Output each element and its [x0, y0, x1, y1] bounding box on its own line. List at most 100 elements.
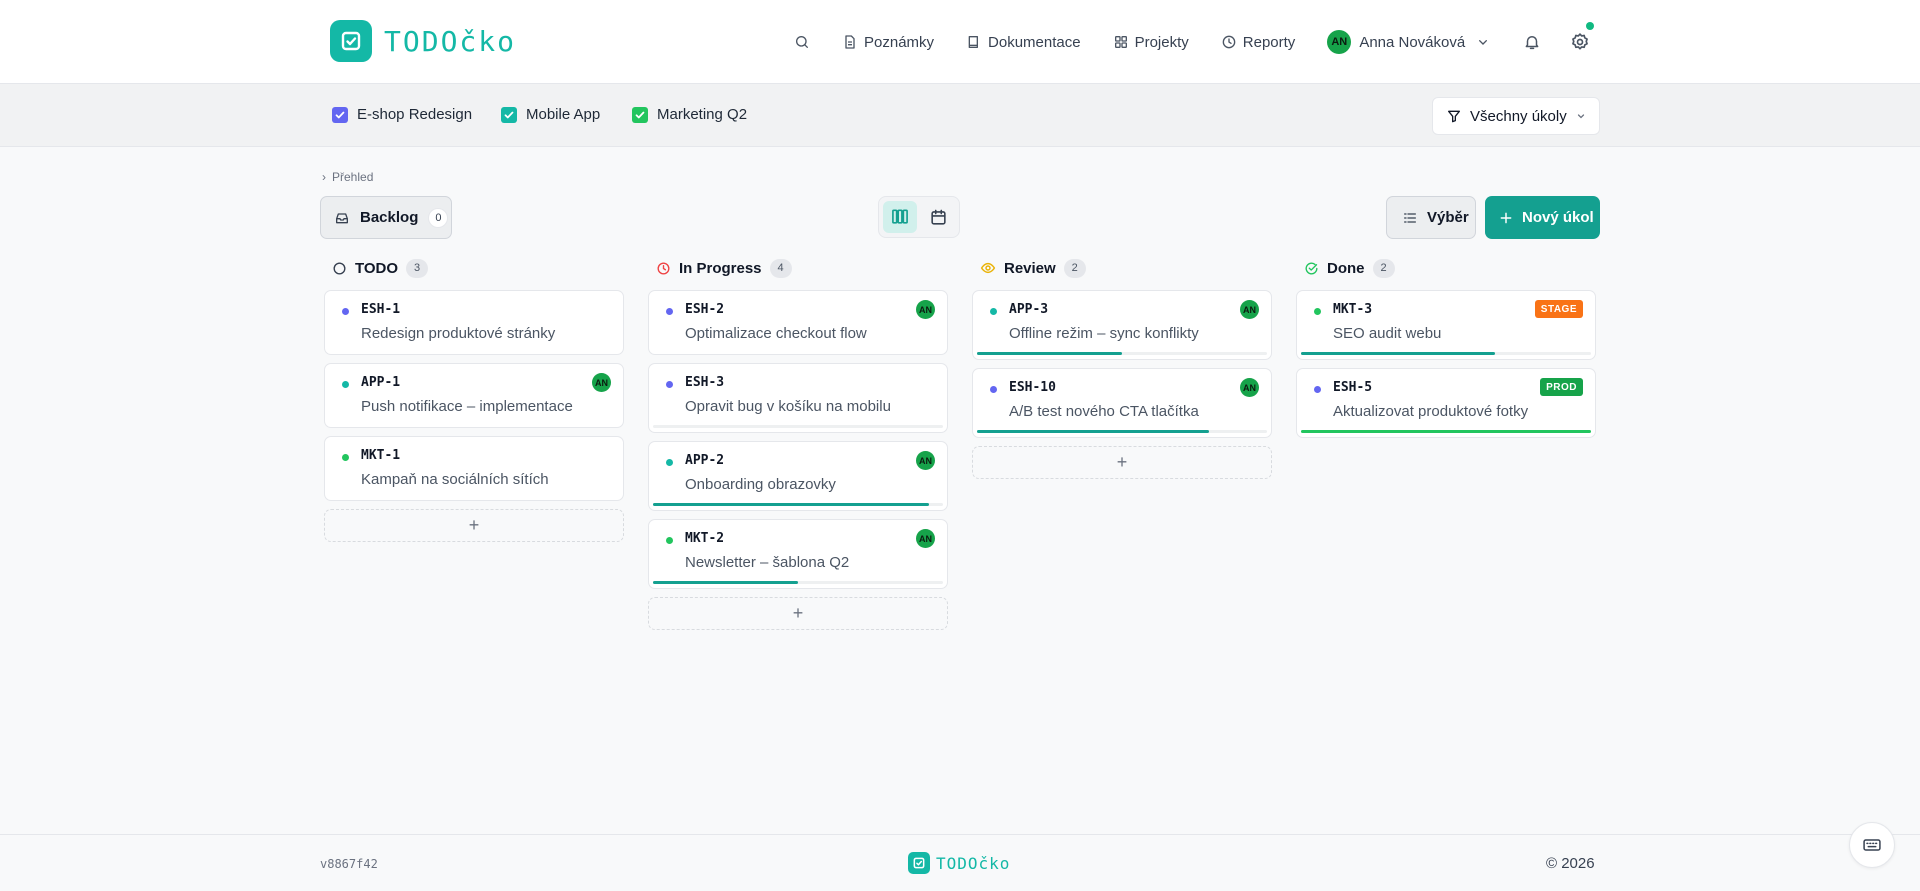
- environment-tag: STAGE: [1534, 300, 1583, 318]
- task-card[interactable]: AN APP-1 Push notifikace – implementace: [324, 363, 624, 428]
- user-menu[interactable]: AN Anna Nováková: [1327, 30, 1491, 54]
- project-toggle-marketing[interactable]: Marketing Q2: [632, 106, 747, 123]
- project-toggle-mobile[interactable]: Mobile App: [501, 106, 600, 123]
- task-key: MKT-1: [361, 448, 401, 463]
- task-card[interactable]: AN APP-2 Onboarding obrazovky: [648, 441, 948, 511]
- nav-item-projects[interactable]: Projekty: [1113, 34, 1189, 51]
- task-card[interactable]: ESH-3 Opravit bug v košíku na mobilu: [648, 363, 948, 433]
- task-title: Redesign produktové stránky: [361, 325, 556, 342]
- search-icon: [796, 36, 808, 48]
- keyboard-shortcuts-button[interactable]: [1849, 822, 1895, 868]
- progress-bar: [653, 425, 943, 428]
- nav-item-docs[interactable]: Dokumentace: [966, 34, 1081, 51]
- checkbox-checked-icon: [632, 106, 648, 123]
- task-key: ESH-10: [1009, 380, 1056, 395]
- project-dot: [666, 537, 673, 544]
- filter-icon: [1448, 110, 1460, 123]
- app-header: TODOčko Poznámky Dokumentace Projekty Re…: [0, 0, 1920, 84]
- project-toggle-eshop[interactable]: E-shop Redesign: [332, 106, 472, 123]
- backlog-button[interactable]: Backlog 0: [320, 196, 452, 239]
- task-key: APP-1: [361, 375, 401, 390]
- board-view-button[interactable]: [883, 201, 917, 233]
- progress-bar: [653, 581, 943, 584]
- project-dot: [666, 459, 673, 466]
- settings-badge: [1586, 22, 1594, 30]
- list-icon: [1404, 212, 1416, 223]
- chevron-down-icon: [1479, 40, 1488, 45]
- breadcrumb-label: Přehled: [332, 170, 374, 184]
- chevron-right-icon: ›: [322, 170, 326, 184]
- app-logo[interactable]: TODOčko: [330, 20, 516, 62]
- task-card[interactable]: AN ESH-10 A/B test nového CTA tlačítka: [972, 368, 1272, 438]
- notifications-button[interactable]: [1520, 30, 1544, 54]
- nav-item-notes[interactable]: Poznámky: [842, 34, 934, 51]
- task-title: Onboarding obrazovky: [685, 476, 836, 493]
- add-task-button[interactable]: +: [648, 597, 948, 630]
- progress-bar: [653, 503, 943, 506]
- column-count: 4: [769, 258, 792, 278]
- task-card[interactable]: AN APP-3 Offline režim – sync konflikty: [972, 290, 1272, 360]
- column-title: Done: [1327, 259, 1365, 277]
- new-task-button[interactable]: Nový úkol: [1485, 196, 1600, 239]
- task-card[interactable]: STAGE MKT-3 SEO audit webu: [1296, 290, 1596, 360]
- task-key: ESH-1: [361, 302, 401, 317]
- notes-icon: [845, 35, 855, 49]
- calendar-view-button[interactable]: [921, 201, 955, 233]
- clock-icon: [657, 262, 670, 274]
- column-in-progress: In Progress 4 AN ESH-2 Optimalizace chec…: [648, 256, 948, 630]
- user-avatar: AN: [1327, 30, 1352, 54]
- plus-icon: +: [792, 603, 804, 623]
- task-card[interactable]: AN MKT-2 Newsletter – šablona Q2: [648, 519, 948, 589]
- column-header: TODO 3: [324, 256, 624, 280]
- column-count: 3: [406, 258, 429, 278]
- nav-label: Reporty: [1242, 33, 1296, 51]
- plus-icon: +: [468, 515, 480, 535]
- task-card[interactable]: MKT-1 Kampaň na sociálních sítích: [324, 436, 624, 501]
- backlog-label: Backlog: [360, 209, 419, 226]
- plus-icon: [1500, 212, 1512, 223]
- checkbox-checked-icon: [501, 106, 517, 123]
- task-key: APP-2: [685, 453, 725, 468]
- calendar-icon: [930, 209, 946, 225]
- chevron-down-icon: [1577, 114, 1584, 119]
- project-dot: [666, 381, 673, 388]
- progress-fill: [977, 430, 1209, 433]
- column-header: Review 2: [972, 256, 1272, 280]
- backlog-count: 0: [428, 207, 449, 228]
- book-icon: [968, 36, 979, 48]
- progress-bar: [977, 430, 1267, 433]
- assignee-avatar: AN: [1240, 378, 1259, 397]
- column-title: In Progress: [679, 259, 762, 277]
- progress-fill: [653, 581, 798, 584]
- assignee-avatar: AN: [916, 529, 935, 548]
- task-filter-dropdown[interactable]: Všechny úkoly: [1432, 97, 1600, 135]
- task-title: SEO audit webu: [1333, 325, 1442, 342]
- nav-item-reports[interactable]: Reporty: [1221, 33, 1296, 51]
- task-card[interactable]: PROD ESH-5 Aktualizovat produktové fotky: [1296, 368, 1596, 438]
- column-count: 2: [1372, 258, 1395, 278]
- project-dot: [342, 454, 349, 461]
- logo-check-icon: [908, 852, 930, 874]
- project-label: E-shop Redesign: [357, 106, 473, 123]
- project-filter-bar: E-shop Redesign Mobile App Marketing Q2 …: [0, 84, 1920, 147]
- eye-icon: [980, 262, 996, 274]
- footer-app-name: TODOčko: [936, 853, 1011, 873]
- progress-bar: [1301, 352, 1591, 355]
- project-dot: [1314, 386, 1321, 393]
- settings-button[interactable]: [1568, 22, 1594, 54]
- user-name: Anna Nováková: [1359, 33, 1466, 51]
- filter-label: Všechny úkoly: [1470, 107, 1567, 125]
- task-card[interactable]: ESH-1 Redesign produktové stránky: [324, 290, 624, 355]
- task-title: Aktualizovat produktové fotky: [1333, 403, 1529, 420]
- column-header: Done 2: [1296, 256, 1596, 280]
- task-card[interactable]: AN ESH-2 Optimalizace checkout flow: [648, 290, 948, 355]
- add-task-button[interactable]: +: [972, 446, 1272, 479]
- app-name: TODOčko: [384, 24, 517, 58]
- select-button[interactable]: Výběr: [1386, 196, 1476, 239]
- breadcrumb[interactable]: › Přehled: [322, 170, 373, 184]
- add-task-button[interactable]: +: [324, 509, 624, 542]
- copyright: © 2026: [1546, 855, 1595, 872]
- search-button[interactable]: [794, 34, 810, 50]
- column-todo: TODO 3 ESH-1 Redesign produktové stránky…: [324, 256, 624, 542]
- task-title: Offline režim – sync konflikty: [1009, 325, 1199, 342]
